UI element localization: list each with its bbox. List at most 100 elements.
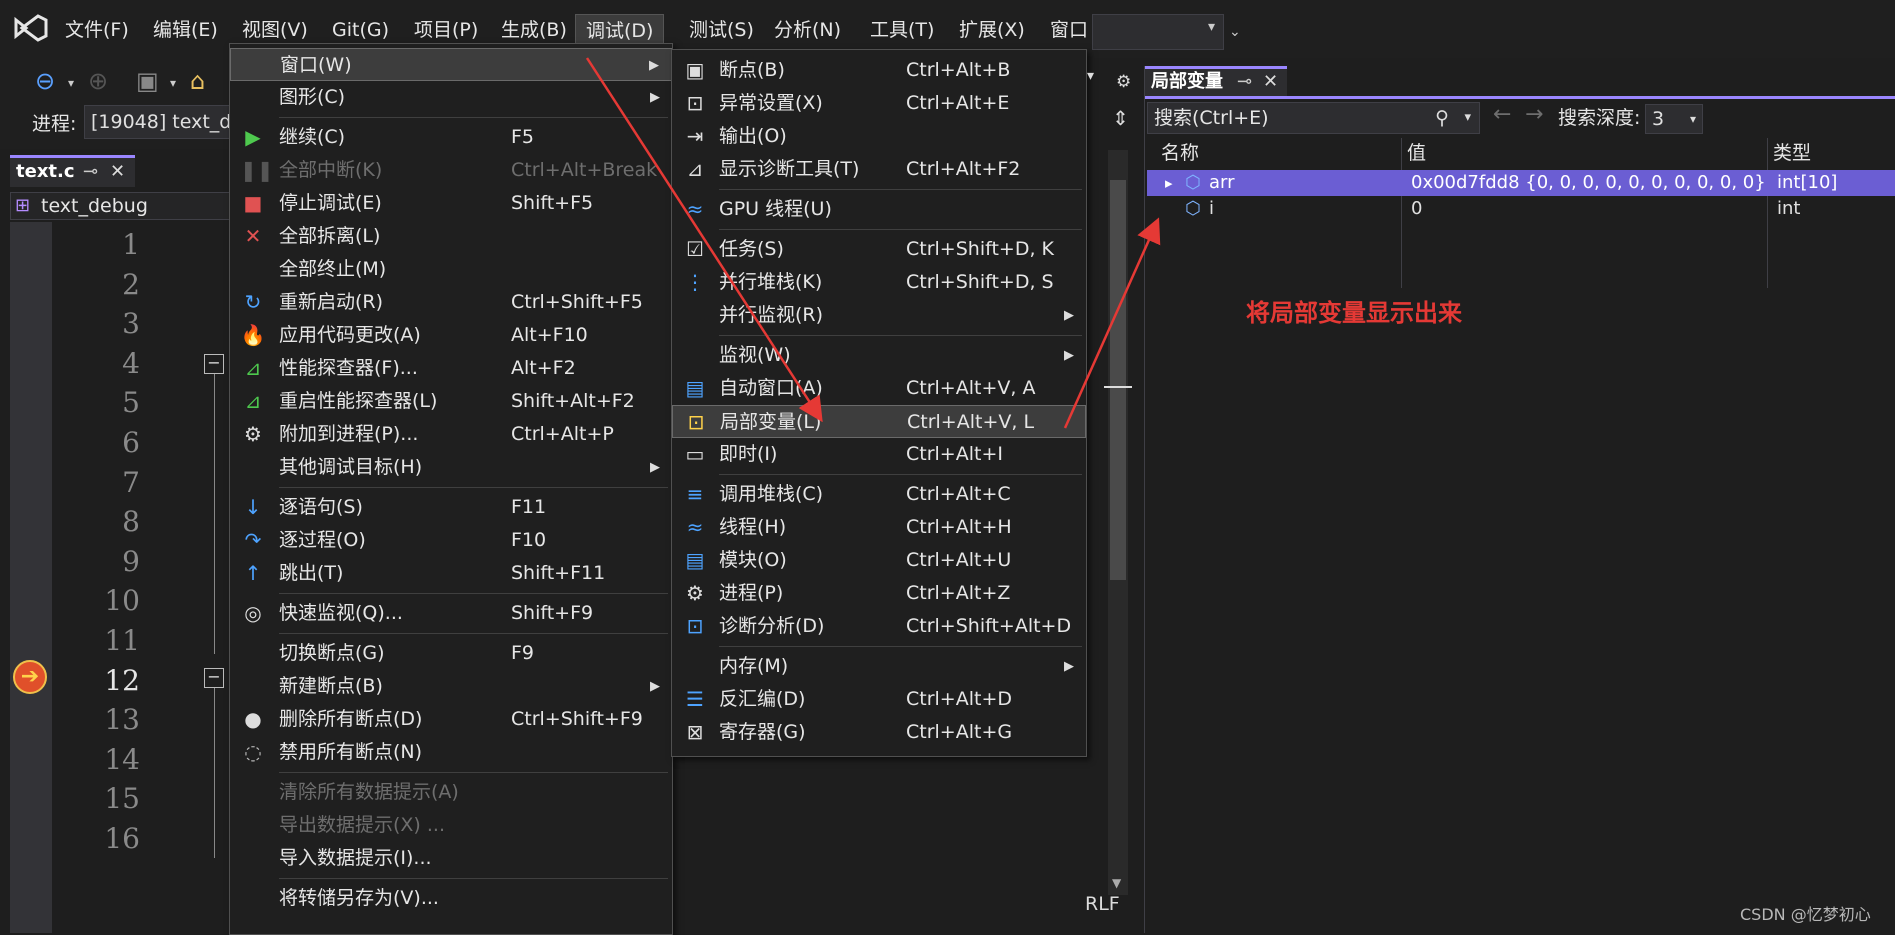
solution-config-dropdown[interactable]: ▾ <box>1092 14 1224 50</box>
menu-item[interactable]: ▣ 断点(B) Ctrl+Alt+B <box>672 54 1086 87</box>
menu-item[interactable]: 图形(C) ▶ <box>230 81 672 114</box>
new-project-icon[interactable]: ▣ <box>136 67 159 95</box>
menu-4[interactable]: 项目(P) <box>404 14 488 46</box>
menu-5[interactable]: 生成(B) <box>491 14 577 46</box>
menu-item[interactable]: 监视(W) ▶ <box>672 339 1086 372</box>
menu-item[interactable]: ⚙ 进程(P) Ctrl+Alt+Z <box>672 577 1086 610</box>
scrollbar-thumb[interactable] <box>1110 180 1126 580</box>
menu-item[interactable]: ◌ 禁用所有断点(N) <box>230 736 672 769</box>
menu-item[interactable]: ● 删除所有断点(D) Ctrl+Shift+F9 <box>230 703 672 736</box>
close-icon[interactable]: ✕ <box>110 158 125 186</box>
menu-item[interactable]: ⇥ 输出(O) <box>672 120 1086 153</box>
menu-3[interactable]: Git(G) <box>322 14 399 46</box>
menu-8[interactable]: 分析(N) <box>764 14 851 46</box>
menu-item[interactable]: ⊡ 异常设置(X) Ctrl+Alt+E <box>672 87 1086 120</box>
diagnostic-analysis-icon: ⊡ <box>686 614 704 638</box>
locals-search-input[interactable]: 搜索(Ctrl+E) ⚲ ▾ <box>1147 102 1480 134</box>
locals-row[interactable]: ▸ ⬡ arr 0x00d7fdd8 {0, 0, 0, 0, 0, 0, 0, 0,… <box>1147 170 1895 196</box>
menu-item[interactable]: ◎ 快速监视(Q)... Shift+F9 <box>230 597 672 630</box>
column-header-value[interactable]: 值 <box>1407 138 1426 168</box>
split-icon[interactable]: ⇕ <box>1112 106 1129 130</box>
fold-toggle-icon[interactable]: − <box>204 668 224 688</box>
line-number: 15 <box>104 782 140 816</box>
search-previous-icon[interactable]: ← <box>1493 102 1511 127</box>
code-editor[interactable] <box>52 222 232 933</box>
menu-item[interactable]: ⋮ 并行堆栈(K) Ctrl+Shift+D, S <box>672 266 1086 299</box>
tab-text-c[interactable]: text.c ⊸ ✕ <box>10 155 135 187</box>
vertical-scrollbar[interactable]: ▼ <box>1104 150 1132 895</box>
close-icon[interactable]: ✕ <box>1263 69 1278 95</box>
menu-item[interactable]: ↷ 逐过程(O) F10 <box>230 524 672 557</box>
submenu-arrow-icon: ▶ <box>1064 348 1074 363</box>
menu-item[interactable]: 其他调试目标(H) ▶ <box>230 451 672 484</box>
back-dropdown-icon[interactable]: ▾ <box>68 76 74 90</box>
pin-icon[interactable]: ⊸ <box>1237 69 1252 95</box>
menu-item[interactable]: 切换断点(G) F9 <box>230 637 672 670</box>
menu-item[interactable]: ⊠ 寄存器(G) Ctrl+Alt+G <box>672 716 1086 749</box>
menu-9[interactable]: 工具(T) <box>860 14 944 46</box>
menu-item[interactable]: ⊡ 局部变量(L) Ctrl+Alt+V, L <box>672 405 1086 438</box>
search-icon[interactable]: ⚲ <box>1435 103 1449 133</box>
menu-item[interactable]: ⊿ 显示诊断工具(T) Ctrl+Alt+F2 <box>672 153 1086 186</box>
menu-1[interactable]: 编辑(E) <box>143 14 228 46</box>
menu-item[interactable]: 内存(M) ▶ <box>672 650 1086 683</box>
menu-item[interactable]: ▭ 即时(I) Ctrl+Alt+I <box>672 438 1086 471</box>
breakpoints-icon: ▣ <box>685 58 705 82</box>
menu-item[interactable]: ✕ 全部拆离(L) <box>230 220 672 253</box>
menu-item[interactable]: ⚙ 附加到进程(P)... Ctrl+Alt+P <box>230 418 672 451</box>
search-depth-dropdown[interactable]: 3 ▾ <box>1645 104 1703 134</box>
menu-item[interactable]: ☑ 任务(S) Ctrl+Shift+D, K <box>672 233 1086 266</box>
menu-2[interactable]: 视图(V) <box>232 14 318 46</box>
scroll-down-icon[interactable]: ▼ <box>1112 876 1121 890</box>
settings-gear-icon[interactable]: ⚙ <box>1116 72 1131 92</box>
menu-item[interactable]: ↓ 逐语句(S) F11 <box>230 491 672 524</box>
overflow-chevron-icon[interactable]: ⌄ <box>1229 24 1241 40</box>
menu-item[interactable]: 并行监视(R) ▶ <box>672 299 1086 332</box>
back-icon[interactable]: ⊖ <box>35 67 55 95</box>
menu-item[interactable]: ↻ 重新启动(R) Ctrl+Shift+F5 <box>230 286 672 319</box>
tab-locals[interactable]: 局部变量 ⊸ ✕ <box>1145 66 1287 96</box>
menu-10[interactable]: 扩展(X) <box>949 14 1035 46</box>
process-dropdown[interactable]: [19048] text_de <box>84 105 230 139</box>
scope-navigation-bar[interactable]: ⊞ text_debug <box>10 192 230 220</box>
menu-item[interactable]: ⊡ 诊断分析(D) Ctrl+Shift+Alt+D <box>672 610 1086 643</box>
line-ending-indicator[interactable]: RLF <box>1085 893 1120 915</box>
menu-item[interactable]: 将转储另存为(V)... <box>230 882 672 915</box>
menu-0[interactable]: 文件(F) <box>55 14 139 46</box>
menu-item[interactable]: 🔥 应用代码更改(A) Alt+F10 <box>230 319 672 352</box>
expand-icon[interactable]: ▸ <box>1165 170 1173 196</box>
search-options-dropdown-icon[interactable]: ▾ <box>1464 103 1471 133</box>
menu-item-shortcut: Ctrl+Alt+I <box>906 443 1003 465</box>
menu-item-label: GPU 线程(U) <box>719 198 832 220</box>
menu-item[interactable]: ☰ 反汇编(D) Ctrl+Alt+D <box>672 683 1086 716</box>
parallel-stacks-icon: ⋮ <box>685 270 705 294</box>
menu-7[interactable]: 测试(S) <box>679 14 764 46</box>
column-header-name[interactable]: 名称 <box>1161 138 1199 168</box>
new-dropdown-icon[interactable]: ▾ <box>170 76 176 90</box>
menu-item[interactable]: 窗口(W) ▶ <box>230 48 672 81</box>
menu-item[interactable]: ↑ 跳出(T) Shift+F11 <box>230 557 672 590</box>
breakpoint-gutter[interactable] <box>10 222 52 933</box>
locals-row[interactable]: ⬡ i 0 int <box>1147 196 1895 222</box>
search-next-icon[interactable]: → <box>1525 102 1543 127</box>
menu-item[interactable]: ⊿ 重启性能探查器(L) Shift+Alt+F2 <box>230 385 672 418</box>
line-number: 12 <box>104 663 140 697</box>
menu-item[interactable]: ■ 停止调试(E) Shift+F5 <box>230 187 672 220</box>
menu-item[interactable]: ▤ 自动窗口(A) Ctrl+Alt+V, A <box>672 372 1086 405</box>
menu-item[interactable]: ▤ 模块(O) Ctrl+Alt+U <box>672 544 1086 577</box>
menu-11[interactable]: 窗口 <box>1040 14 1098 46</box>
menu-item[interactable]: 全部终止(M) <box>230 253 672 286</box>
menu-item[interactable]: ≈ GPU 线程(U) <box>672 193 1086 226</box>
menu-item[interactable]: 新建断点(B) ▶ <box>230 670 672 703</box>
step-into-icon: ↓ <box>244 495 262 519</box>
pin-icon[interactable]: ⊸ <box>83 158 98 186</box>
menu-item[interactable]: ▶ 继续(C) F5 <box>230 121 672 154</box>
column-header-type[interactable]: 类型 <box>1773 138 1811 168</box>
menu-item[interactable]: ≡ 调用堆栈(C) Ctrl+Alt+C <box>672 478 1086 511</box>
fold-toggle-icon[interactable]: − <box>204 354 224 374</box>
menu-item[interactable]: ⊿ 性能探查器(F)... Alt+F2 <box>230 352 672 385</box>
open-folder-icon[interactable]: ⌂ <box>190 67 205 95</box>
dropdown-arrow-icon[interactable]: ▾ <box>1087 68 1094 84</box>
menu-item[interactable]: ≈ 线程(H) Ctrl+Alt+H <box>672 511 1086 544</box>
menu-item[interactable]: 导入数据提示(I)... <box>230 842 672 875</box>
